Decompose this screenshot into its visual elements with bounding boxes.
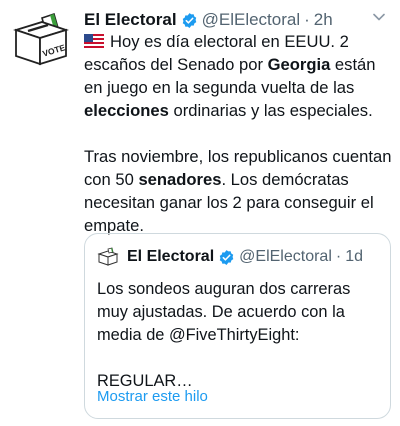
us-flag-icon [84,34,104,48]
tweet-paragraph-2: Tras noviembre, los republicanos cuentan… [84,147,392,235]
quoted-tweet-header: El Electoral @ElElectoral · 1d [97,246,382,268]
tweet-paragraph-1: Hoy es día electoral en EEUU. 2 escaños … [84,32,376,120]
quoted-tweet[interactable]: El Electoral @ElElectoral · 1d Los sonde… [84,233,391,419]
show-thread-link[interactable]: Mostrar este hilo [97,388,208,405]
quoted-timestamp[interactable]: 1d [345,248,363,266]
author-handle[interactable]: @ElElectoral [202,10,301,30]
tweet-header: El Electoral @ElElectoral · 2h [84,8,392,32]
verified-badge-icon [182,12,196,28]
ballot-box-icon [97,247,119,266]
keyword-senadores: senadores [138,170,222,189]
quoted-author-handle[interactable]: @ElElectoral [239,248,332,266]
verified-badge-icon [219,249,234,265]
chevron-down-icon[interactable] [372,10,386,24]
separator: · [335,248,342,265]
author-name[interactable]: El Electoral [84,10,177,30]
timestamp[interactable]: 2h [314,10,333,30]
avatar[interactable]: VOTE [12,10,70,68]
quoted-author-name[interactable]: El Electoral [127,248,214,266]
keyword-elecciones: elecciones [84,101,169,120]
hashtag-georgia: Georgia [267,55,331,74]
separator: · [304,10,310,29]
tweet-text: Hoy es día electoral en EEUU. 2 escaños … [84,30,392,237]
quoted-paragraph-1: Los sondeos auguran dos carreras muy aju… [97,280,351,344]
quoted-tweet-text: Los sondeos auguran dos carreras muy aju… [97,278,383,393]
